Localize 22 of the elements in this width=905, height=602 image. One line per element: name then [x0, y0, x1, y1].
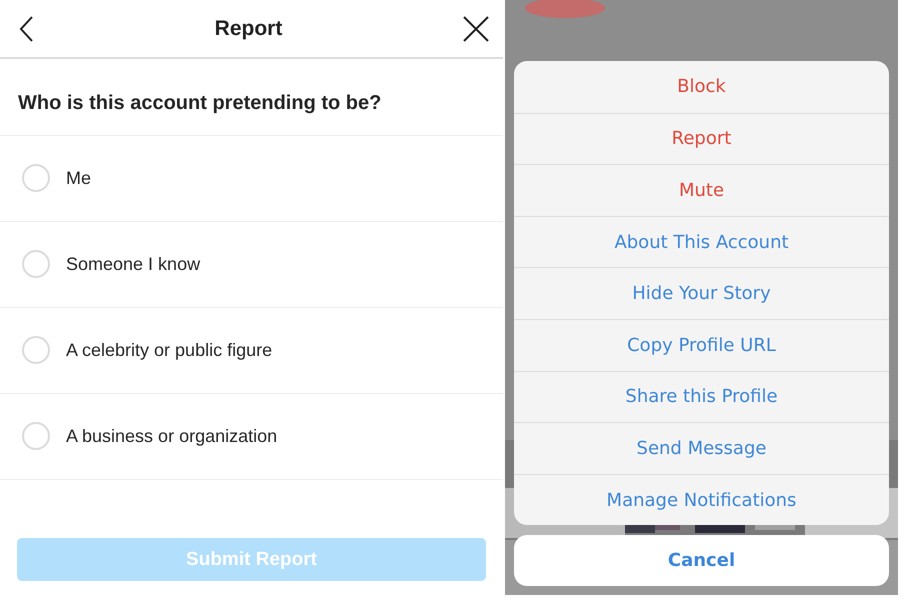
- menu-item[interactable]: Report: [514, 112, 889, 164]
- option-label: Someone I know: [66, 254, 200, 274]
- radio-button[interactable]: [22, 164, 50, 192]
- menu-item[interactable]: Send Message: [514, 422, 889, 474]
- menu-item[interactable]: Share this Profile: [514, 370, 889, 422]
- menu-item[interactable]: Copy Profile URL: [514, 318, 889, 371]
- cancel-button[interactable]: Cancel: [514, 535, 889, 586]
- menu-item[interactable]: Mute: [514, 164, 889, 216]
- option-label: A business or organization: [66, 426, 278, 446]
- report-title: Report: [214, 16, 282, 40]
- menu-item[interactable]: Hide Your Story: [514, 267, 889, 319]
- radio-button[interactable]: [22, 250, 50, 278]
- back-button[interactable]: [18, 14, 34, 42]
- radio-button[interactable]: [22, 422, 50, 450]
- menu-item[interactable]: About This Account: [514, 216, 889, 268]
- option-label: Me: [66, 168, 92, 188]
- menu-item[interactable]: Manage Notifications: [514, 474, 889, 526]
- question-heading: Who is this account pretending to be?: [0, 59, 503, 136]
- close-button[interactable]: [462, 16, 489, 42]
- radio-button[interactable]: [22, 336, 50, 364]
- menu-item[interactable]: Block: [514, 61, 889, 113]
- option-label: A celebrity or public figure: [66, 340, 272, 360]
